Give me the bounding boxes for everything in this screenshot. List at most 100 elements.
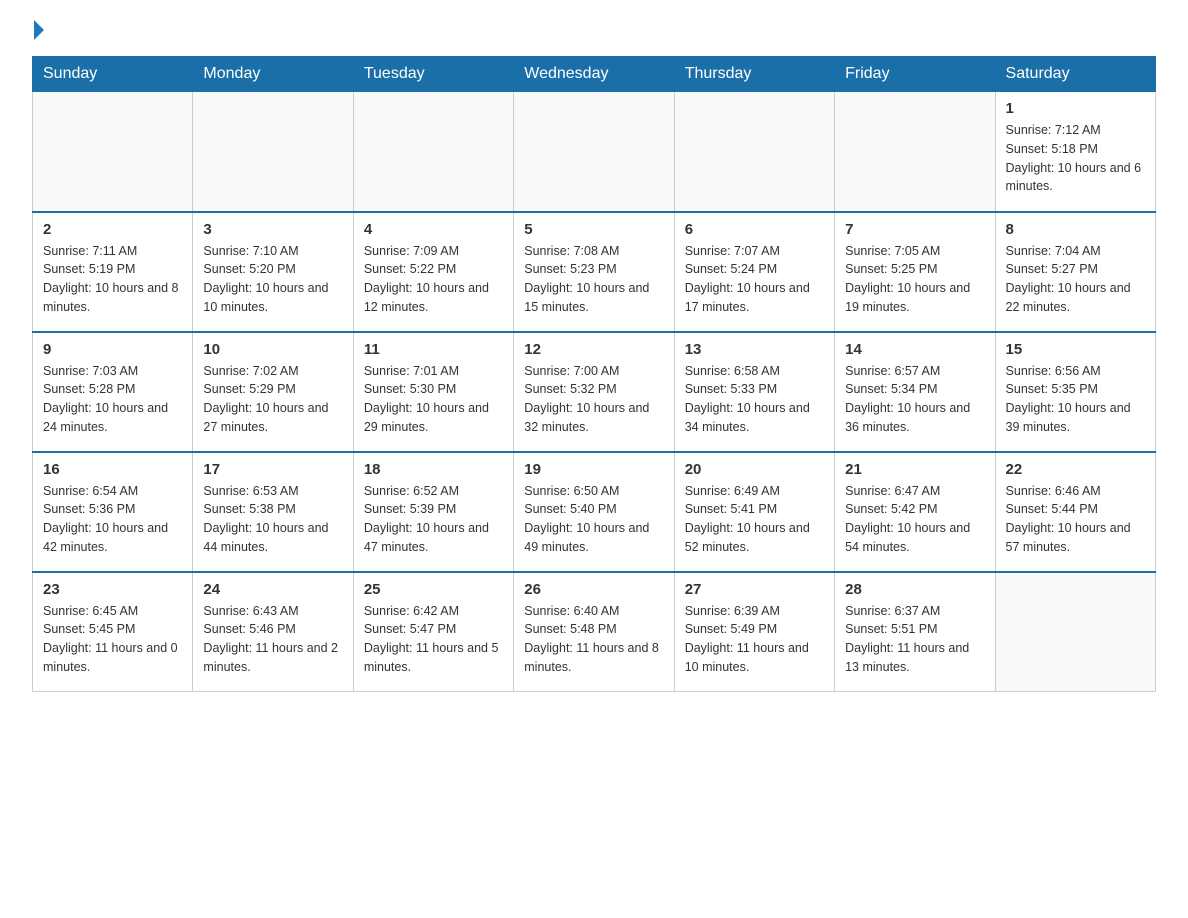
- day-number: 7: [845, 221, 984, 238]
- weekday-header-monday: Monday: [193, 57, 353, 92]
- day-info: Sunrise: 7:11 AMSunset: 5:19 PMDaylight:…: [43, 242, 182, 317]
- calendar-cell: 21 Sunrise: 6:47 AMSunset: 5:42 PMDayligh…: [835, 452, 995, 572]
- day-number: 3: [203, 221, 342, 238]
- day-number: 23: [43, 581, 182, 598]
- day-number: 6: [685, 221, 824, 238]
- day-number: 24: [203, 581, 342, 598]
- day-number: 10: [203, 341, 342, 358]
- calendar-cell: 12 Sunrise: 7:00 AMSunset: 5:32 PMDayligh…: [514, 332, 674, 452]
- day-number: 5: [524, 221, 663, 238]
- calendar-cell: 17 Sunrise: 6:53 AMSunset: 5:38 PMDayligh…: [193, 452, 353, 572]
- day-info: Sunrise: 7:00 AMSunset: 5:32 PMDaylight:…: [524, 362, 663, 437]
- day-number: 9: [43, 341, 182, 358]
- calendar-cell: [514, 92, 674, 212]
- day-info: Sunrise: 7:12 AMSunset: 5:18 PMDaylight:…: [1006, 121, 1145, 196]
- weekday-header-wednesday: Wednesday: [514, 57, 674, 92]
- day-number: 13: [685, 341, 824, 358]
- calendar-cell: [835, 92, 995, 212]
- calendar-cell: 26 Sunrise: 6:40 AMSunset: 5:48 PMDayligh…: [514, 572, 674, 692]
- day-info: Sunrise: 6:57 AMSunset: 5:34 PMDaylight:…: [845, 362, 984, 437]
- day-info: Sunrise: 6:40 AMSunset: 5:48 PMDaylight:…: [524, 602, 663, 677]
- day-info: Sunrise: 6:45 AMSunset: 5:45 PMDaylight:…: [43, 602, 182, 677]
- calendar-cell: 6 Sunrise: 7:07 AMSunset: 5:24 PMDaylight…: [674, 212, 834, 332]
- day-number: 11: [364, 341, 503, 358]
- day-info: Sunrise: 6:47 AMSunset: 5:42 PMDaylight:…: [845, 482, 984, 557]
- calendar-cell: 14 Sunrise: 6:57 AMSunset: 5:34 PMDayligh…: [835, 332, 995, 452]
- day-info: Sunrise: 7:05 AMSunset: 5:25 PMDaylight:…: [845, 242, 984, 317]
- day-info: Sunrise: 7:03 AMSunset: 5:28 PMDaylight:…: [43, 362, 182, 437]
- weekday-header-sunday: Sunday: [33, 57, 193, 92]
- day-number: 2: [43, 221, 182, 238]
- day-info: Sunrise: 6:56 AMSunset: 5:35 PMDaylight:…: [1006, 362, 1145, 437]
- calendar-cell: 15Sunrise: 6:56 AMSunset: 5:35 PMDayligh…: [995, 332, 1155, 452]
- day-number: 4: [364, 221, 503, 238]
- weekday-header-thursday: Thursday: [674, 57, 834, 92]
- day-info: Sunrise: 6:46 AMSunset: 5:44 PMDaylight:…: [1006, 482, 1145, 557]
- calendar-table: SundayMondayTuesdayWednesdayThursdayFrid…: [32, 56, 1156, 692]
- weekday-header-tuesday: Tuesday: [353, 57, 513, 92]
- calendar-cell: [674, 92, 834, 212]
- calendar-cell: 23 Sunrise: 6:45 AMSunset: 5:45 PMDayligh…: [33, 572, 193, 692]
- day-info: Sunrise: 6:58 AMSunset: 5:33 PMDaylight:…: [685, 362, 824, 437]
- calendar-cell: 2 Sunrise: 7:11 AMSunset: 5:19 PMDaylight…: [33, 212, 193, 332]
- calendar-cell: 24Sunrise: 6:43 AMSunset: 5:46 PMDayligh…: [193, 572, 353, 692]
- day-info: Sunrise: 7:07 AMSunset: 5:24 PMDaylight:…: [685, 242, 824, 317]
- day-number: 1: [1006, 100, 1145, 117]
- day-number: 28: [845, 581, 984, 598]
- day-number: 21: [845, 461, 984, 478]
- calendar-cell: 18 Sunrise: 6:52 AMSunset: 5:39 PMDayligh…: [353, 452, 513, 572]
- calendar-cell: 3 Sunrise: 7:10 AMSunset: 5:20 PMDaylight…: [193, 212, 353, 332]
- day-number: 18: [364, 461, 503, 478]
- calendar-cell: 16 Sunrise: 6:54 AMSunset: 5:36 PMDayligh…: [33, 452, 193, 572]
- calendar-week-row: 1 Sunrise: 7:12 AMSunset: 5:18 PMDaylight…: [33, 92, 1156, 212]
- calendar-cell: 5 Sunrise: 7:08 AMSunset: 5:23 PMDaylight…: [514, 212, 674, 332]
- calendar-cell: 8 Sunrise: 7:04 AMSunset: 5:27 PMDaylight…: [995, 212, 1155, 332]
- day-info: Sunrise: 6:53 AMSunset: 5:38 PMDaylight:…: [203, 482, 342, 557]
- calendar-cell: 25 Sunrise: 6:42 AMSunset: 5:47 PMDayligh…: [353, 572, 513, 692]
- calendar-cell: 27 Sunrise: 6:39 AMSunset: 5:49 PMDayligh…: [674, 572, 834, 692]
- day-info: Sunrise: 6:52 AMSunset: 5:39 PMDaylight:…: [364, 482, 503, 557]
- calendar-week-row: 23 Sunrise: 6:45 AMSunset: 5:45 PMDayligh…: [33, 572, 1156, 692]
- weekday-header-saturday: Saturday: [995, 57, 1155, 92]
- day-info: Sunrise: 7:08 AMSunset: 5:23 PMDaylight:…: [524, 242, 663, 317]
- calendar-cell: 13 Sunrise: 6:58 AMSunset: 5:33 PMDayligh…: [674, 332, 834, 452]
- weekday-header-friday: Friday: [835, 57, 995, 92]
- calendar-week-row: 2 Sunrise: 7:11 AMSunset: 5:19 PMDaylight…: [33, 212, 1156, 332]
- day-number: 19: [524, 461, 663, 478]
- day-number: 26: [524, 581, 663, 598]
- day-info: Sunrise: 6:39 AMSunset: 5:49 PMDaylight:…: [685, 602, 824, 677]
- calendar-week-row: 9 Sunrise: 7:03 AMSunset: 5:28 PMDaylight…: [33, 332, 1156, 452]
- calendar-week-row: 16 Sunrise: 6:54 AMSunset: 5:36 PMDayligh…: [33, 452, 1156, 572]
- calendar-cell: 19 Sunrise: 6:50 AMSunset: 5:40 PMDayligh…: [514, 452, 674, 572]
- day-info: Sunrise: 7:10 AMSunset: 5:20 PMDaylight:…: [203, 242, 342, 317]
- calendar-cell: [995, 572, 1155, 692]
- day-info: Sunrise: 7:09 AMSunset: 5:22 PMDaylight:…: [364, 242, 503, 317]
- day-info: Sunrise: 7:02 AMSunset: 5:29 PMDaylight:…: [203, 362, 342, 437]
- day-number: 16: [43, 461, 182, 478]
- calendar-cell: 20Sunrise: 6:49 AMSunset: 5:41 PMDayligh…: [674, 452, 834, 572]
- logo-arrow-icon: [34, 20, 44, 40]
- calendar-cell: 28 Sunrise: 6:37 AMSunset: 5:51 PMDayligh…: [835, 572, 995, 692]
- day-number: 25: [364, 581, 503, 598]
- calendar-cell: [193, 92, 353, 212]
- calendar-cell: 9 Sunrise: 7:03 AMSunset: 5:28 PMDaylight…: [33, 332, 193, 452]
- day-info: Sunrise: 6:49 AMSunset: 5:41 PMDaylight:…: [685, 482, 824, 557]
- day-info: Sunrise: 6:42 AMSunset: 5:47 PMDaylight:…: [364, 602, 503, 677]
- calendar-cell: 1 Sunrise: 7:12 AMSunset: 5:18 PMDaylight…: [995, 92, 1155, 212]
- calendar-cell: 7 Sunrise: 7:05 AMSunset: 5:25 PMDaylight…: [835, 212, 995, 332]
- day-info: Sunrise: 6:50 AMSunset: 5:40 PMDaylight:…: [524, 482, 663, 557]
- page-header: [32, 24, 1156, 40]
- calendar-header-row: SundayMondayTuesdayWednesdayThursdayFrid…: [33, 57, 1156, 92]
- day-info: Sunrise: 7:04 AMSunset: 5:27 PMDaylight:…: [1006, 242, 1145, 317]
- day-number: 12: [524, 341, 663, 358]
- calendar-cell: 11 Sunrise: 7:01 AMSunset: 5:30 PMDayligh…: [353, 332, 513, 452]
- day-info: Sunrise: 6:37 AMSunset: 5:51 PMDaylight:…: [845, 602, 984, 677]
- day-number: 27: [685, 581, 824, 598]
- day-info: Sunrise: 7:01 AMSunset: 5:30 PMDaylight:…: [364, 362, 503, 437]
- day-number: 22: [1006, 461, 1145, 478]
- calendar-cell: 22 Sunrise: 6:46 AMSunset: 5:44 PMDayligh…: [995, 452, 1155, 572]
- day-number: 8: [1006, 221, 1145, 238]
- day-number: 14: [845, 341, 984, 358]
- day-info: Sunrise: 6:54 AMSunset: 5:36 PMDaylight:…: [43, 482, 182, 557]
- day-number: 17: [203, 461, 342, 478]
